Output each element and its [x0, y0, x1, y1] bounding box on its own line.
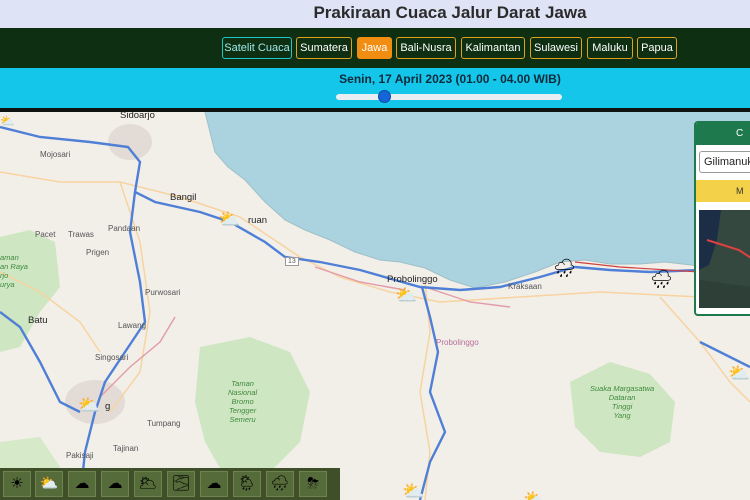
map-label-probolinggo-region: Probolinggo [436, 338, 479, 347]
map-label-bangil: Bangil [170, 192, 197, 203]
route-panel: C Gilimanuk M [694, 121, 750, 316]
time-slider-thumb[interactable] [378, 90, 391, 103]
tab-kalimantan[interactable]: Kalimantan [461, 37, 525, 59]
map-label-lawang: Lawang [118, 321, 147, 330]
time-slider-track[interactable] [336, 94, 562, 100]
map-label-pandaan: Pandaan [108, 224, 141, 233]
map-label-malang: g [105, 401, 111, 412]
map-label-sidoarjo: Sidoarjo [120, 112, 155, 121]
map-label-singosari: Singosari [95, 353, 129, 362]
map-label-taman-raya: aman an Raya rjo urya [0, 253, 28, 289]
tab-sumatera[interactable]: Sumatera [296, 37, 352, 59]
cloudy-icon[interactable]: ☁ [68, 471, 96, 497]
urban-sidoarjo [108, 124, 152, 160]
partly-cloudy-icon[interactable]: ⛅ [523, 490, 545, 500]
cloudy-icon[interactable]: ☁ [101, 471, 129, 497]
partly-cloudy-icon[interactable]: ⛅ [35, 471, 63, 497]
rain-icon[interactable]: 🌧 [553, 259, 576, 277]
tab-jawa[interactable]: Jawa [357, 37, 392, 59]
map-label-prigen: Prigen [86, 248, 110, 257]
thunderstorm-icon[interactable]: ⛈ [299, 471, 327, 497]
weather-legend: ☀ ⛅ ☁ ☁ 🌥 🌫 ☁ 🌦 🌧 ⛈ [0, 468, 340, 500]
map-label-trawas: Trawas [68, 230, 94, 239]
rain-icon[interactable]: 🌧 [266, 471, 294, 497]
panel-header: C [696, 123, 750, 145]
light-rain-icon[interactable]: 🌦 [233, 471, 261, 497]
partly-cloudy-icon[interactable]: ⛅ [728, 364, 750, 382]
route-select[interactable]: Gilimanuk [699, 151, 750, 173]
date-bar: Senin, 17 April 2023 (01.00 - 04.00 WIB) [0, 68, 750, 108]
map-label-suaka: Suaka Margasatwa Dataran Tinggi Yang [590, 384, 655, 420]
road-shield-13: 13 [285, 257, 299, 266]
title-bar: Prakiraan Cuaca Jalur Darat Jawa [0, 0, 750, 28]
fog-icon[interactable]: ☁ [200, 471, 228, 497]
partly-cloudy-icon[interactable]: ⛅ [218, 210, 240, 228]
region-nav: Satelit Cuaca Sumatera Jawa Bali-Nusra K… [0, 28, 750, 68]
map-label-tajinan: Tajinan [113, 444, 139, 453]
satelit-cuaca-button[interactable]: Satelit Cuaca [222, 37, 292, 59]
tab-maluku[interactable]: Maluku [587, 37, 633, 59]
route-preview-svg [699, 210, 750, 308]
forecast-date-label: Senin, 17 April 2023 (01.00 - 04.00 WIB) [339, 72, 561, 86]
partly-cloudy-icon[interactable]: ⛅ [402, 482, 424, 500]
map-label-kraksaan: Kraksaan [508, 282, 542, 291]
map-label-batu: Batu [28, 315, 48, 326]
rain-icon[interactable]: 🌧 [650, 270, 673, 288]
tab-bali-nusra[interactable]: Bali-Nusra [396, 37, 456, 59]
map-canvas [0, 112, 750, 500]
map-label-pakisaji: Pakisaji [66, 451, 94, 460]
partly-cloudy-icon[interactable]: ⛅ [395, 286, 417, 304]
tab-sulawesi[interactable]: Sulawesi [530, 37, 582, 59]
map-label-bromo-park: Taman Nasional Bromo Tengger Semeru [228, 379, 258, 424]
overcast-icon[interactable]: 🌥 [134, 471, 162, 497]
map-label-pasuruan: ruan [248, 215, 268, 226]
map-view[interactable]: Sidoarjo Mojosari Bangil ruan Probolingg… [0, 112, 750, 500]
map-label-purwosari: Purwosari [145, 288, 181, 297]
map-label-pacet: Pacet [35, 230, 56, 239]
route-preview-image [699, 210, 750, 308]
haze-icon[interactable]: 🌫 [167, 471, 195, 497]
panel-button[interactable]: M [696, 180, 750, 202]
map-label-probolinggo: Probolinggo [387, 274, 438, 285]
partly-cloudy-icon[interactable]: ⛅ [78, 396, 100, 414]
tab-papua[interactable]: Papua [637, 37, 677, 59]
map-label-tumpang: Tumpang [147, 419, 181, 428]
map-label-mojosari: Mojosari [40, 150, 71, 159]
sunny-icon[interactable]: ☀ [3, 471, 31, 497]
page-title: Prakiraan Cuaca Jalur Darat Jawa [313, 3, 587, 22]
partly-cloudy-icon[interactable]: ⛅ [0, 112, 15, 130]
